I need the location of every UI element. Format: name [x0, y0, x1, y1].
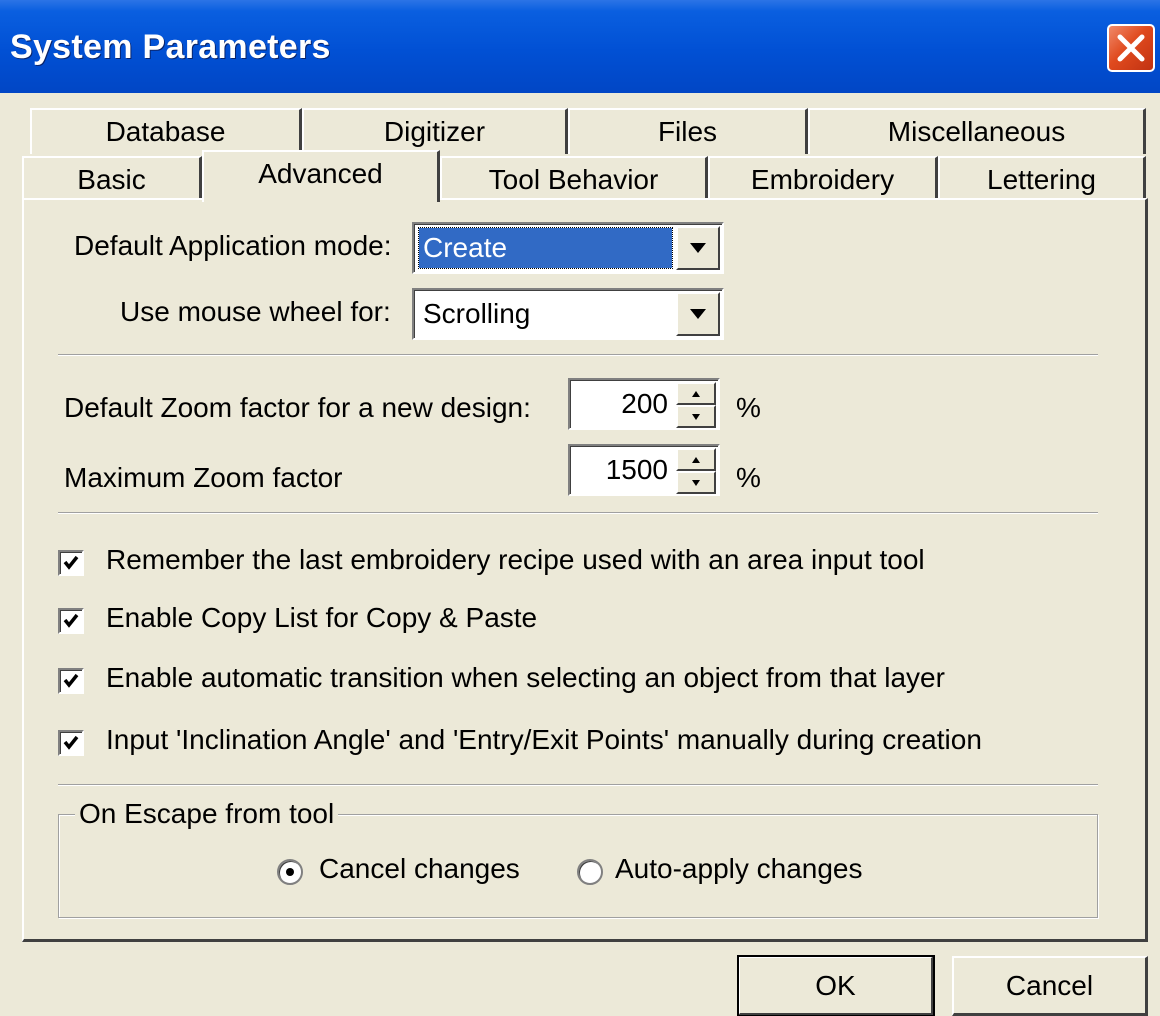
- max-zoom-decrement[interactable]: [676, 471, 716, 494]
- tab-embroidery-label: Embroidery: [750, 164, 895, 195]
- escape-groupbox: On Escape from tool Cancel changes Auto-…: [58, 797, 1098, 918]
- remember-recipe-label[interactable]: Remember the last embroidery recipe used…: [106, 544, 925, 576]
- default-mode-value: Create: [418, 227, 673, 269]
- copy-list-label[interactable]: Enable Copy List for Copy & Paste: [106, 602, 537, 634]
- default-mode-label: Default Application mode:: [74, 230, 392, 261]
- default-zoom-label: Default Zoom factor for a new design:: [64, 392, 531, 423]
- default-zoom-spin-buttons: [676, 382, 716, 428]
- mouse-wheel-select[interactable]: Scrolling: [412, 288, 724, 340]
- tab-tool-behavior-label: Tool Behavior: [488, 164, 659, 195]
- radio-selected-dot: [286, 868, 294, 876]
- auto-transition-label[interactable]: Enable automatic transition when selecti…: [106, 662, 945, 694]
- arrow-down-icon: [692, 480, 700, 486]
- default-zoom-value: 200: [621, 388, 668, 419]
- default-zoom-unit: %: [736, 392, 761, 423]
- tab-embroidery[interactable]: Embroidery: [708, 156, 938, 200]
- mouse-wheel-value: Scrolling: [423, 298, 531, 329]
- checkmark-icon: [63, 613, 79, 628]
- cancel-button[interactable]: Cancel: [952, 956, 1148, 1016]
- cancel-changes-radio[interactable]: [277, 859, 303, 885]
- checkmark-icon: [63, 673, 79, 688]
- auto-apply-radio[interactable]: [577, 859, 603, 885]
- close-button[interactable]: [1107, 24, 1155, 72]
- tab-files-label: Files: [657, 116, 718, 147]
- tab-miscellaneous-label: Miscellaneous: [887, 116, 1066, 147]
- tab-tool-behavior[interactable]: Tool Behavior: [440, 156, 708, 200]
- separator: [58, 354, 1098, 356]
- tab-advanced-label: Advanced: [258, 158, 383, 189]
- auto-transition-checkbox[interactable]: [58, 668, 84, 694]
- arrow-up-icon: [692, 457, 700, 463]
- copy-list-checkbox[interactable]: [58, 608, 84, 634]
- tab-lettering-label: Lettering: [987, 164, 1096, 195]
- close-icon: [1117, 34, 1145, 62]
- max-zoom-increment[interactable]: [676, 448, 716, 471]
- max-zoom-label: Maximum Zoom factor: [64, 462, 343, 493]
- tab-files[interactable]: Files: [568, 108, 808, 154]
- max-zoom-spin-buttons: [676, 448, 716, 494]
- max-zoom-unit: %: [736, 462, 761, 493]
- title-bar[interactable]: System Parameters: [0, 0, 1160, 93]
- auto-apply-label[interactable]: Auto-apply changes: [615, 853, 863, 885]
- tab-miscellaneous[interactable]: Miscellaneous: [808, 108, 1146, 154]
- advanced-tab-panel: Default Application mode: Create Use mou…: [22, 198, 1148, 942]
- mouse-wheel-label: Use mouse wheel for:: [120, 296, 391, 327]
- max-zoom-spinner[interactable]: 1500: [568, 444, 720, 496]
- mouse-wheel-dropdown-button[interactable]: [676, 292, 720, 336]
- manual-input-label[interactable]: Input 'Inclination Angle' and 'Entry/Exi…: [106, 724, 982, 756]
- tab-database[interactable]: Database: [30, 108, 302, 154]
- tab-basic-label: Basic: [77, 164, 146, 195]
- tab-lettering[interactable]: Lettering: [938, 156, 1146, 200]
- tab-basic[interactable]: Basic: [22, 156, 202, 200]
- default-zoom-spinner[interactable]: 200: [568, 378, 720, 430]
- cancel-changes-label[interactable]: Cancel changes: [319, 853, 520, 885]
- max-zoom-value: 1500: [605, 454, 668, 485]
- checkmark-icon: [63, 555, 79, 570]
- arrow-up-icon: [692, 391, 700, 397]
- separator: [58, 784, 1098, 786]
- tab-database-label: Database: [105, 116, 226, 147]
- tab-digitizer-label: Digitizer: [383, 116, 486, 147]
- checkmark-icon: [63, 735, 79, 750]
- arrow-down-icon: [692, 414, 700, 420]
- default-zoom-decrement[interactable]: [676, 405, 716, 428]
- chevron-down-icon: [690, 309, 706, 319]
- default-zoom-increment[interactable]: [676, 382, 716, 405]
- ok-button[interactable]: OK: [737, 955, 935, 1016]
- tab-digitizer[interactable]: Digitizer: [302, 108, 568, 154]
- manual-input-checkbox[interactable]: [58, 730, 84, 756]
- remember-recipe-checkbox[interactable]: [58, 550, 84, 576]
- escape-group-title: On Escape from tool: [75, 797, 339, 831]
- separator: [58, 512, 1098, 514]
- window-title: System Parameters: [10, 28, 331, 66]
- default-mode-select[interactable]: Create: [412, 222, 724, 274]
- chevron-down-icon: [690, 243, 706, 253]
- default-mode-dropdown-button[interactable]: [676, 226, 720, 270]
- tab-advanced[interactable]: Advanced: [202, 150, 440, 202]
